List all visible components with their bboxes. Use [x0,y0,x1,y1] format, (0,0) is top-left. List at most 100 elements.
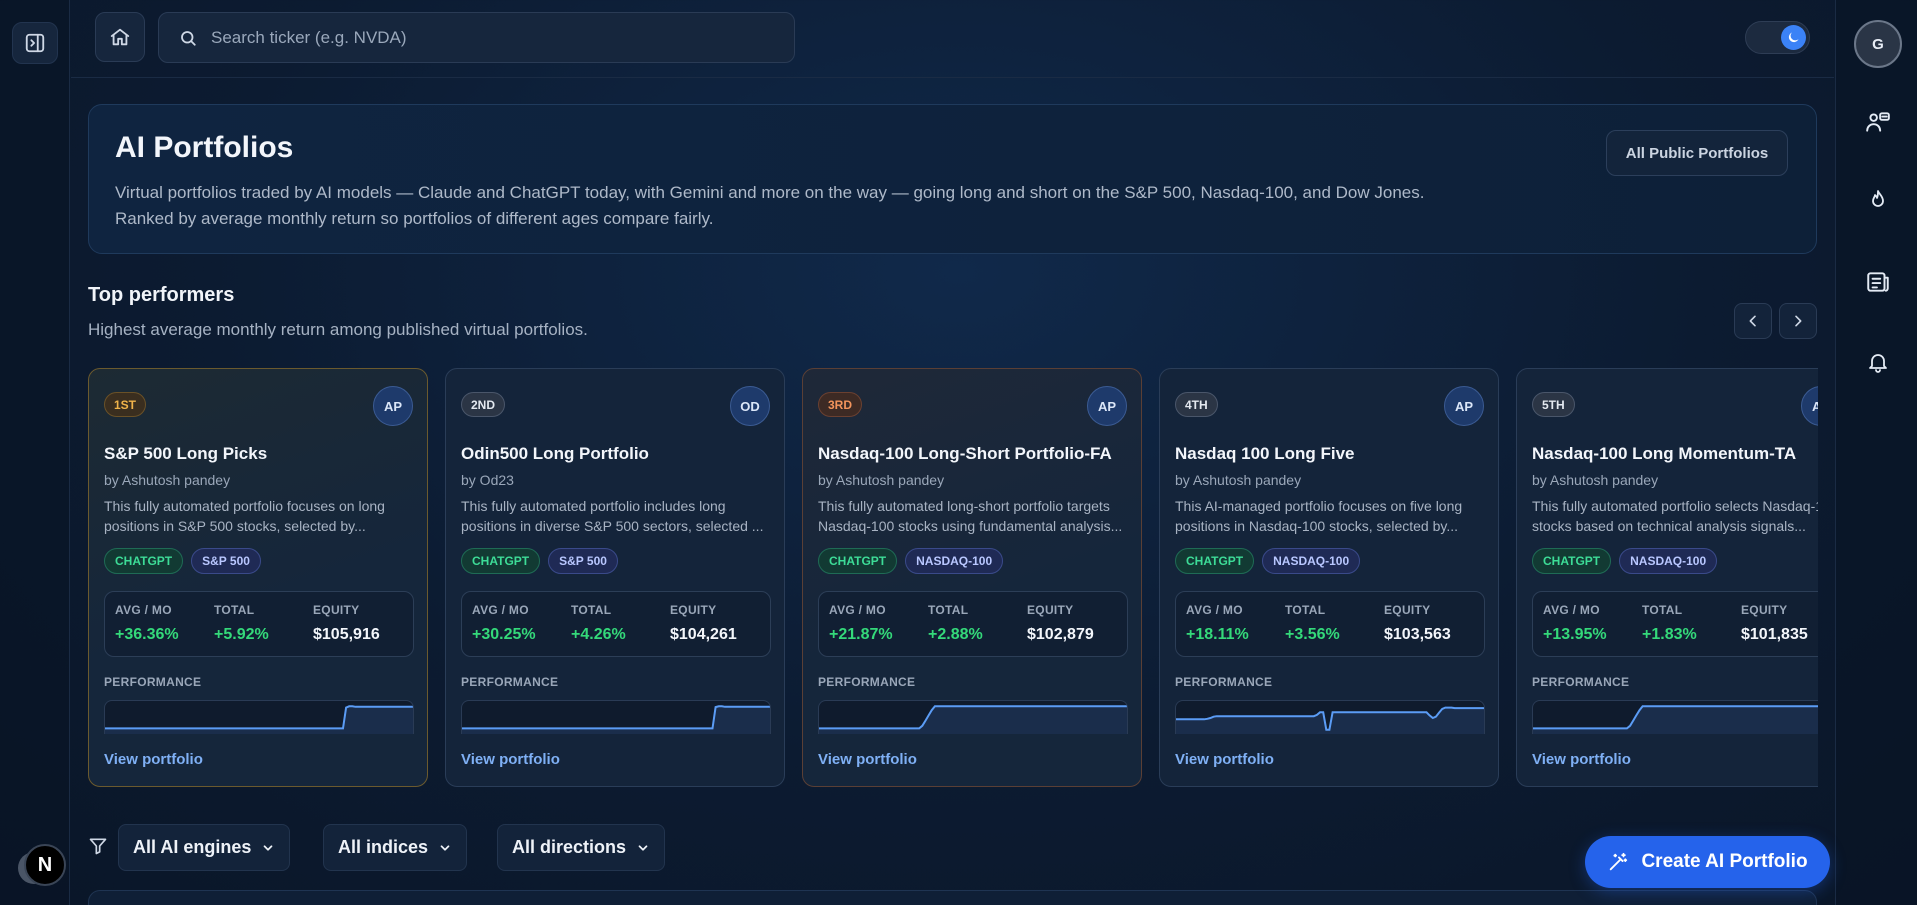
total-label: TOTAL [928,603,969,617]
sparkline-area [1533,706,1818,734]
equity-value: $105,916 [313,626,380,643]
performer-card[interactable]: 3RD AP Nasdaq-100 Long-Short Portfolio-F… [802,368,1142,787]
owner-avatar[interactable]: AP [1801,386,1818,426]
engine-tag: CHATGPT [461,548,541,574]
sidebar-toggle-button[interactable] [12,22,58,64]
avg-value: +18.11% [1186,626,1249,643]
sparkline-svg [1533,705,1818,734]
avg-label: AVG / MO [829,603,886,617]
rank-badge: 4TH [1175,392,1218,417]
index-tag: NASDAQ-100 [905,548,1004,574]
search-input[interactable] [211,27,771,48]
engine-tag: CHATGPT [818,548,898,574]
sparkline-svg [1176,706,1484,734]
dev-tools-badge[interactable]: N [24,844,66,886]
avg-value: +30.25% [472,626,536,643]
flame-icon [1872,190,1884,207]
equity-stat: EQUITY $104,261 [670,603,737,644]
theme-knob [1781,25,1806,50]
total-value: +3.56% [1285,626,1340,643]
view-portfolio-link[interactable]: View portfolio [104,751,203,768]
portfolio-description: This AI-managed portfolio focuses on fiv… [1175,498,1463,534]
equity-value: $101,835 [1741,626,1808,643]
create-ai-portfolio-label: Create AI Portfolio [1641,851,1808,872]
all-public-portfolios-button[interactable]: All Public Portfolios [1606,130,1788,176]
sparkline-area [105,706,413,734]
view-portfolio-link[interactable]: View portfolio [818,751,917,768]
tag-row: CHATGPT NASDAQ-100 [818,548,1004,574]
equity-label: EQUITY [670,603,717,617]
chevron-left-icon [1749,315,1756,327]
avg-label: AVG / MO [1543,603,1600,617]
rail-ai-user-button[interactable] [1864,108,1892,136]
avg-stat: AVG / MO +30.25% [472,603,536,644]
equity-label: EQUITY [1027,603,1074,617]
avg-stat: AVG / MO +21.87% [829,603,893,644]
index-filter[interactable]: All indices [323,824,468,871]
home-button[interactable] [95,12,145,62]
theme-toggle[interactable] [1745,21,1810,54]
avg-value: +13.95% [1543,626,1607,643]
owner-avatar[interactable]: AP [373,386,413,426]
performer-card[interactable]: 4TH AP Nasdaq 100 Long Five by Ashutosh … [1159,368,1499,787]
portfolio-name: Nasdaq 100 Long Five [1175,444,1355,463]
moon-icon [1788,32,1799,43]
performer-card[interactable]: 2ND OD Odin500 Long Portfolio by Od23 Th… [445,368,785,787]
engine-tag: CHATGPT [1175,548,1255,574]
magic-wand-icon [1610,852,1628,871]
total-value: +4.26% [571,626,626,643]
index-tag: S&P 500 [548,548,618,574]
total-label: TOTAL [571,603,612,617]
performer-card[interactable]: 5TH AP Nasdaq-100 Long Momentum-TA by As… [1516,368,1818,787]
performer-card[interactable]: 1ST AP S&P 500 Long Picks by Ashutosh pa… [88,368,428,787]
rail-notifications-button[interactable] [1864,348,1892,376]
user-avatar[interactable]: G [1854,20,1902,68]
rank-badge: 3RD [818,392,863,417]
stats-box: AVG / MO +30.25% TOTAL +4.26% EQUITY $104,2… [461,591,771,657]
rail-flame-button[interactable] [1864,186,1892,214]
sparkline-area [462,706,770,734]
equity-value: $104,261 [670,626,737,643]
portfolio-name: Nasdaq-100 Long-Short Portfolio-FA [818,444,1112,463]
avg-stat: AVG / MO +18.11% [1186,603,1249,644]
carousel-prev-button[interactable] [1734,303,1772,339]
equity-stat: EQUITY $102,879 [1027,603,1094,644]
avg-value: +36.36% [115,626,179,643]
total-value: +1.83% [1642,626,1697,643]
performance-label: PERFORMANCE [461,675,559,689]
ai-engine-filter[interactable]: All AI engines [118,824,291,871]
user-chat-icon [1866,112,1890,132]
total-label: TOTAL [214,603,255,617]
view-portfolio-link[interactable]: View portfolio [461,751,560,768]
index-tag: S&P 500 [191,548,261,574]
stats-box: AVG / MO +18.11% TOTAL +3.56% EQUITY $103,5… [1175,591,1485,657]
rail-news-button[interactable] [1864,268,1892,296]
performance-label: PERFORMANCE [1532,675,1630,689]
index-tag: NASDAQ-100 [1619,548,1718,574]
owner-avatar[interactable]: OD [730,386,770,426]
owner-avatar[interactable]: AP [1444,386,1484,426]
total-label: TOTAL [1642,603,1683,617]
home-icon [110,28,130,46]
direction-filter[interactable]: All directions [497,824,666,871]
avg-stat: AVG / MO +13.95% [1543,603,1607,644]
owner-avatar[interactable]: AP [1087,386,1127,426]
portfolio-description: This fully automated portfolio focuses o… [104,498,385,534]
right-rail: G [1835,0,1917,905]
performance-sparkline [1532,700,1818,734]
total-stat: TOTAL +2.88% [928,603,983,644]
stats-box: AVG / MO +36.36% TOTAL +5.92% EQUITY $105,9… [104,591,414,657]
view-portfolio-link[interactable]: View portfolio [1532,751,1631,768]
search-bar[interactable] [158,12,795,63]
avg-value: +21.87% [829,626,893,643]
engine-tag: CHATGPT [1532,548,1612,574]
carousel-next-button[interactable] [1779,303,1817,339]
view-portfolio-link[interactable]: View portfolio [1175,751,1274,768]
create-ai-portfolio-button[interactable]: Create AI Portfolio [1585,836,1830,888]
dev-badge-letter: N [37,853,53,876]
tag-row: CHATGPT S&P 500 [461,548,618,574]
direction-filter-label: All directions [512,837,627,857]
portfolio-author: by Od23 [461,472,514,488]
performance-label: PERFORMANCE [818,675,916,689]
performance-sparkline [104,700,414,734]
